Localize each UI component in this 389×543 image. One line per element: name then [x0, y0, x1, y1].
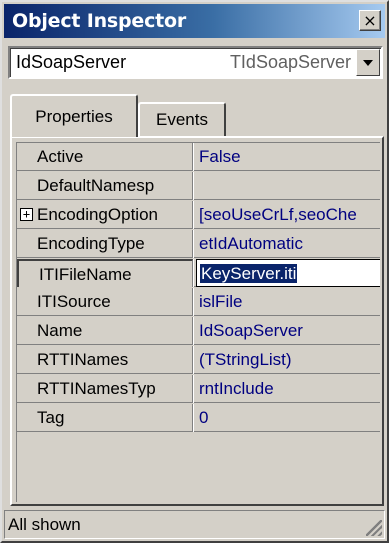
property-name[interactable]: Name [17, 317, 193, 345]
property-row-encodingtype[interactable]: EncodingType etIdAutomatic [17, 230, 380, 258]
tab-properties[interactable]: Properties [10, 94, 138, 137]
property-value[interactable]: islFile [196, 288, 380, 316]
property-row-itifilename[interactable]: ITIFileName KeyServer.iti [17, 259, 380, 287]
property-value[interactable]: rntInclude [196, 375, 380, 403]
tab-events[interactable]: Events [138, 102, 226, 136]
property-value-selected-text[interactable]: KeyServer.iti [200, 264, 298, 283]
expand-plus-icon[interactable]: + [20, 208, 33, 221]
object-selector-dropdown-button[interactable] [356, 49, 380, 76]
property-name[interactable]: RTTINamesTyp [17, 375, 193, 403]
title-bar[interactable]: Object Inspector × [4, 4, 385, 38]
property-value[interactable]: 0 [196, 404, 380, 432]
property-row-active[interactable]: Active False [17, 143, 380, 171]
property-row-encodingoptions[interactable]: + EncodingOption [seoUseCrLf,seoChe [17, 201, 380, 229]
property-grid: Active False DefaultNamesp + EncodingOpt… [10, 136, 384, 506]
property-row-defaultnamespace[interactable]: DefaultNamesp [17, 172, 380, 200]
property-value[interactable] [196, 172, 380, 200]
property-name[interactable]: EncodingType [17, 230, 193, 258]
property-row-itisource[interactable]: ITISource islFile [17, 288, 380, 316]
status-bar: All shown [4, 510, 385, 539]
close-button[interactable]: × [359, 10, 381, 31]
property-row-name[interactable]: Name IdSoapServer [17, 317, 380, 345]
property-name[interactable]: Tag [17, 404, 193, 432]
property-value[interactable]: IdSoapServer [196, 317, 380, 345]
property-row-tag[interactable]: Tag 0 [17, 404, 380, 432]
property-value[interactable]: etIdAutomatic [196, 230, 380, 258]
window-title: Object Inspector [12, 10, 187, 32]
property-grid-body: Active False DefaultNamesp + EncodingOpt… [16, 142, 380, 502]
property-name: EncodingOption [37, 205, 158, 224]
chevron-down-icon [363, 59, 373, 66]
property-value[interactable]: [seoUseCrLf,seoChe [196, 201, 380, 229]
property-row-rttinamestype[interactable]: RTTINamesTyp rntInclude [17, 375, 380, 403]
property-name[interactable]: ITISource [17, 288, 193, 316]
property-name-cell[interactable]: + EncodingOption [17, 201, 193, 229]
object-selector-combo[interactable]: IdSoapServer TIdSoapServer [8, 46, 383, 79]
property-name[interactable]: RTTINames [17, 346, 193, 374]
size-grip-icon[interactable] [366, 520, 382, 536]
object-inspector-window: Object Inspector × IdSoapServer TIdSoapS… [0, 0, 389, 543]
property-row-rttinames[interactable]: RTTINames (TStringList) [17, 346, 380, 374]
close-icon: × [363, 10, 377, 30]
property-value[interactable]: (TStringList) [196, 346, 380, 374]
object-class-name: TIdSoapServer [229, 52, 351, 72]
property-value-editor[interactable]: KeyServer.iti [196, 259, 380, 287]
property-name[interactable]: ITIFileName [17, 259, 193, 287]
status-text: All shown [8, 515, 81, 534]
property-name[interactable]: DefaultNamesp [17, 172, 193, 200]
property-value[interactable]: False [196, 143, 380, 171]
object-name: IdSoapServer [16, 52, 127, 72]
property-name[interactable]: Active [17, 143, 193, 171]
